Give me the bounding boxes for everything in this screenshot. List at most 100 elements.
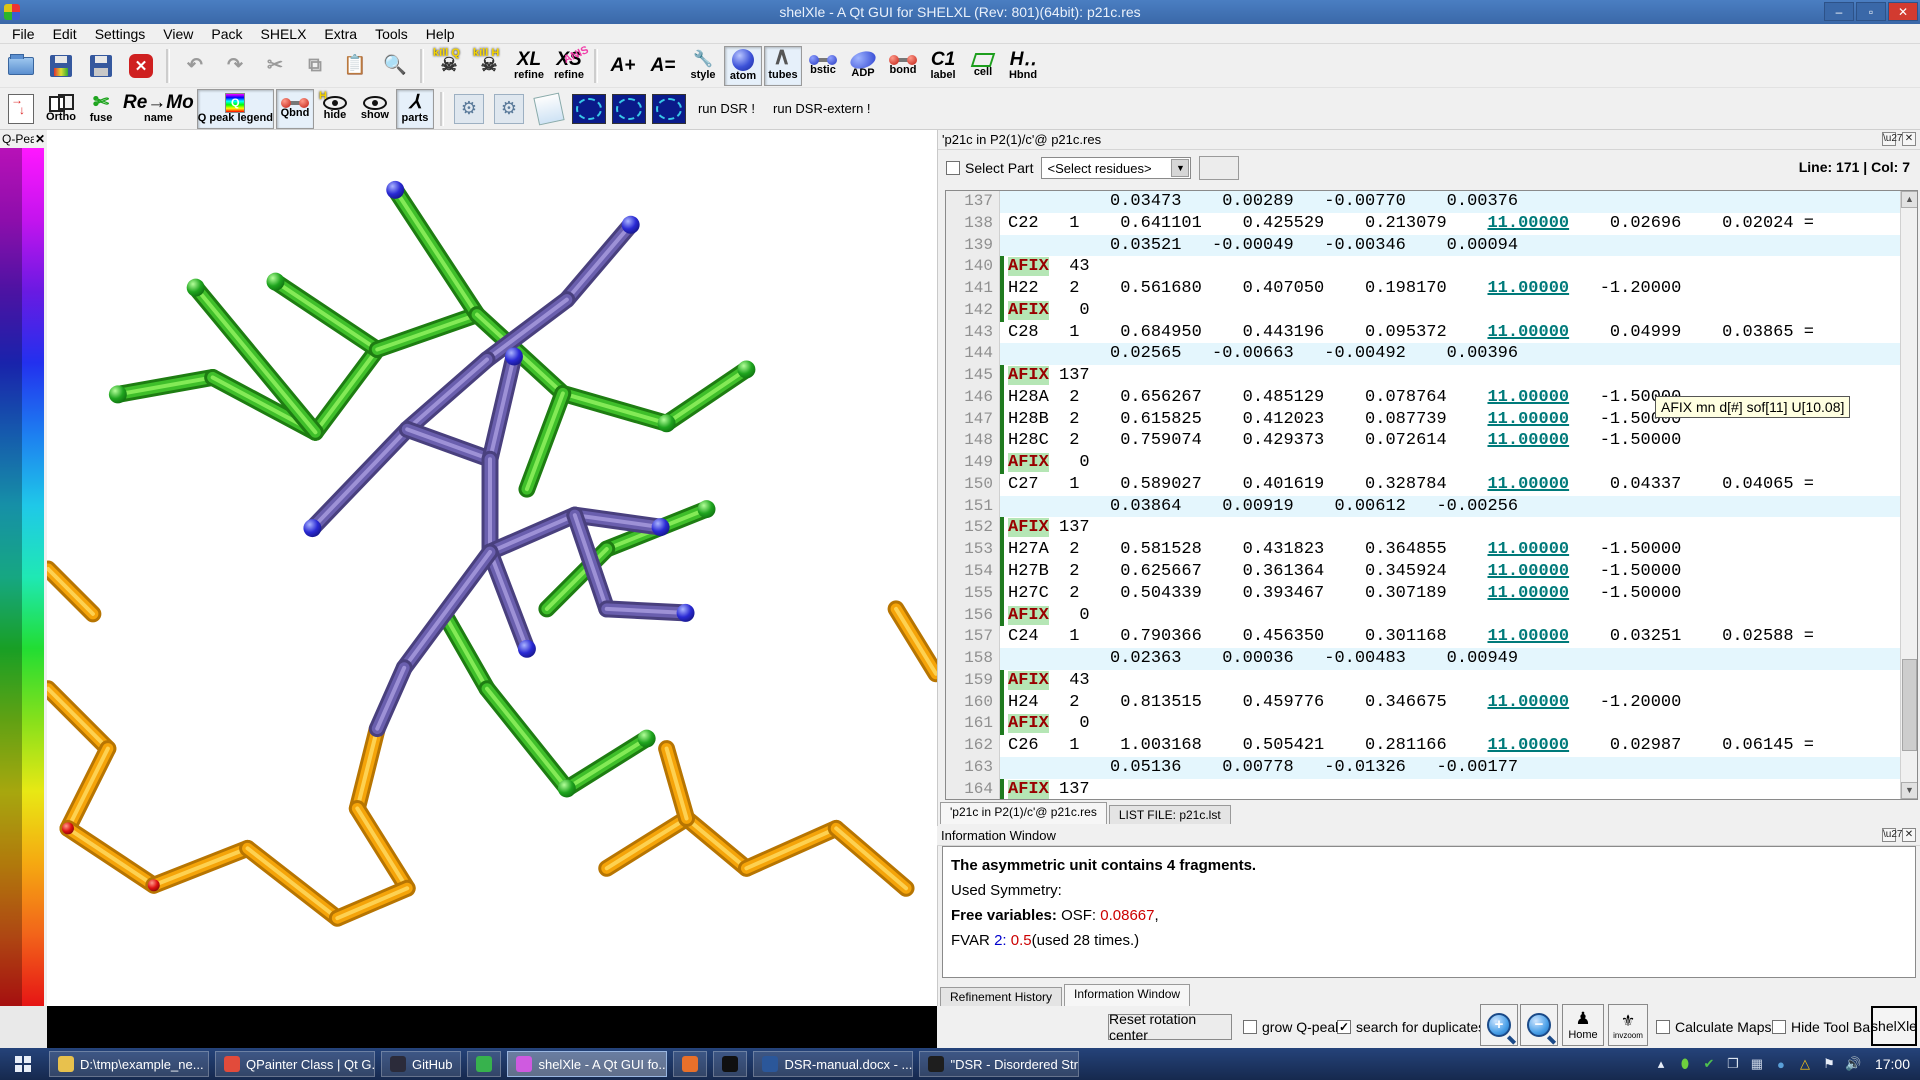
editor-line[interactable]: 140AFIX 43	[946, 256, 1917, 278]
open-file-button[interactable]	[2, 46, 40, 86]
mask-view-2-button[interactable]	[610, 89, 648, 129]
tray-network-icon[interactable]: ❐	[1725, 1056, 1741, 1072]
paste-button[interactable]: 📋	[336, 46, 374, 86]
qpeak-legend-close-icon[interactable]: ✕	[35, 132, 45, 146]
menu-settings[interactable]: Settings	[87, 25, 154, 43]
slab-button[interactable]	[530, 89, 568, 129]
editor-line[interactable]: 153H27A 2 0.581528 0.431823 0.364855 11.…	[946, 539, 1917, 561]
editor-line[interactable]: 160H24 2 0.813515 0.459776 0.346675 11.0…	[946, 692, 1917, 714]
bottom-tab-0[interactable]: Refinement History	[940, 987, 1062, 1006]
fuse-button[interactable]: ✄fuse	[82, 89, 120, 129]
editor-line[interactable]: 151 0.03864 0.00919 0.00612 -0.00256	[946, 496, 1917, 518]
editor-line[interactable]: 139 0.03521 -0.00049 -0.00346 0.00094	[946, 235, 1917, 257]
editor-line[interactable]: 159AFIX 43	[946, 670, 1917, 692]
qpeak-legend-button[interactable]: QQ peak legend	[197, 89, 274, 129]
editor-line[interactable]: 164AFIX 137	[946, 779, 1917, 800]
close-button[interactable]: ✕	[1888, 2, 1918, 21]
xs-refine-button[interactable]: XSANISrefine	[550, 46, 588, 86]
xl-refine-button[interactable]: XLrefine	[510, 46, 548, 86]
cell-button[interactable]: cell	[964, 46, 1002, 86]
editor-line[interactable]: 157C24 1 0.790366 0.456350 0.301168 11.0…	[946, 626, 1917, 648]
editor-line[interactable]: 148H28C 2 0.759074 0.429373 0.072614 11.…	[946, 430, 1917, 452]
editor-tab-1[interactable]: LIST FILE: p21c.lst	[1109, 805, 1231, 824]
kill-hydrogens-button[interactable]: ☠kill H	[470, 46, 508, 86]
save-image-button[interactable]	[42, 46, 80, 86]
scroll-down-icon[interactable]: ▼	[1901, 782, 1918, 799]
cut-button[interactable]: ✂	[256, 46, 294, 86]
editor-line[interactable]: 138C22 1 0.641101 0.425529 0.213079 11.0…	[946, 213, 1917, 235]
zoom-out-button[interactable]: −	[1520, 1004, 1558, 1046]
menu-extra[interactable]: Extra	[316, 25, 365, 43]
qbond-button[interactable]: Qbnd	[276, 89, 314, 129]
shelxle-brand-button[interactable]: shelXle	[1871, 1006, 1917, 1046]
invzoom-button[interactable]: ⚜ invzoom	[1608, 1004, 1648, 1046]
tubes-mode-button[interactable]: tubes	[764, 46, 802, 86]
calculate-maps-checkbox[interactable]: Calculate Maps	[1656, 1019, 1772, 1035]
taskbar-item-green-app[interactable]	[467, 1051, 501, 1077]
zoom-in-button[interactable]: +	[1480, 1004, 1518, 1046]
label-button[interactable]: C1label	[924, 46, 962, 86]
tray-shield-icon[interactable]: ✔	[1701, 1056, 1717, 1072]
editor-scrollbar[interactable]: ▲ ▼	[1900, 191, 1917, 799]
menu-shelx[interactable]: SHELX	[253, 25, 315, 43]
tray-drive-icon[interactable]: △	[1797, 1056, 1813, 1072]
tray-leaf-icon[interactable]: ⬮	[1677, 1056, 1693, 1072]
parts-button[interactable]: ⅄parts	[396, 89, 434, 129]
start-button[interactable]	[0, 1048, 46, 1080]
hide-hydrogens-button[interactable]: Hhide	[316, 89, 354, 129]
close-file-button[interactable]: ✕	[122, 46, 160, 86]
menu-view[interactable]: View	[155, 25, 201, 43]
ballstick-mode-button[interactable]: bstic	[804, 46, 842, 86]
scroll-up-icon[interactable]: ▲	[1901, 191, 1918, 208]
bond-button[interactable]: bond	[884, 46, 922, 86]
adp-mode-button[interactable]: ADP	[844, 46, 882, 86]
taskbar-item-cmd[interactable]: "DSR - Disordered Str...	[919, 1051, 1079, 1077]
editor-line[interactable]: 162C26 1 1.003168 0.505421 0.281166 11.0…	[946, 735, 1917, 757]
menu-tools[interactable]: Tools	[367, 25, 416, 43]
menu-file[interactable]: File	[4, 25, 43, 43]
undo-button[interactable]: ↶	[176, 46, 214, 86]
minimize-button[interactable]: –	[1824, 2, 1854, 21]
grow-qpeaks-checkbox[interactable]: grow Q-peaks	[1243, 1019, 1349, 1035]
find-button[interactable]: 🔍	[376, 46, 414, 86]
editor-close-icon[interactable]: ✕	[1902, 132, 1916, 146]
editor-line[interactable]: 158 0.02363 0.00036 -0.00483 0.00949	[946, 648, 1917, 670]
chevron-down-icon[interactable]: ▼	[1171, 159, 1189, 177]
kill-q-peaks-button[interactable]: ☠kill Q	[430, 46, 468, 86]
hbond-button[interactable]: H‥Hbnd	[1004, 46, 1042, 86]
search-duplicates-checkbox[interactable]: ✓search for duplicates	[1337, 1019, 1485, 1035]
axes-table-button[interactable]	[2, 89, 40, 129]
editor-line[interactable]: 145AFIX 137	[946, 365, 1917, 387]
taskbar-item-chrome[interactable]: QPainter Class | Qt G...	[215, 1051, 375, 1077]
maximize-button[interactable]: ▫	[1856, 2, 1886, 21]
editor-line[interactable]: 156AFIX 0	[946, 605, 1917, 627]
editor-line[interactable]: 154H27B 2 0.625667 0.361364 0.345924 11.…	[946, 561, 1917, 583]
save-button[interactable]	[82, 46, 120, 86]
editor-line[interactable]: 163 0.05136 0.00778 -0.01326 -0.00177	[946, 757, 1917, 779]
tray-flag-icon[interactable]: ⚑	[1821, 1056, 1837, 1072]
editor-line[interactable]: 155H27C 2 0.504339 0.393467 0.307189 11.…	[946, 583, 1917, 605]
run-dsr-extern-button[interactable]: run DSR-extern !	[765, 89, 879, 129]
editor-line[interactable]: 152AFIX 137	[946, 517, 1917, 539]
bottom-tab-1[interactable]: Information Window	[1064, 984, 1190, 1006]
font-bigger-button[interactable]: A+	[604, 46, 642, 86]
tray-volume-icon[interactable]: 🔊	[1845, 1056, 1861, 1072]
run-dsr-button[interactable]: run DSR !	[690, 89, 763, 129]
taskbar-item-github[interactable]: GitHub	[381, 1051, 461, 1077]
show-button[interactable]: show	[356, 89, 394, 129]
editor-tab-0[interactable]: 'p21c in P2(1)/c'@ p21c.res	[940, 802, 1107, 824]
atom-mode-button[interactable]: atom	[724, 46, 762, 86]
home-view-button[interactable]: ♟ Home	[1562, 1004, 1604, 1046]
taskbar-item-shelxle[interactable]: shelXle - A Qt GUI fo...	[507, 1051, 667, 1077]
style-button[interactable]: 🔧style	[684, 46, 722, 86]
info-close-icon[interactable]: ✕	[1902, 828, 1916, 842]
editor-line[interactable]: 144 0.02565 -0.00663 -0.00492 0.00396	[946, 343, 1917, 365]
tray-expand-arrow[interactable]: ▴	[1653, 1056, 1669, 1072]
res-file-editor[interactable]: 137 0.03473 0.00289 -0.00770 0.00376138C…	[945, 190, 1918, 800]
taskbar-item-word[interactable]: DSR-manual.docx - ...	[753, 1051, 913, 1077]
editor-line[interactable]: 137 0.03473 0.00289 -0.00770 0.00376	[946, 191, 1917, 213]
tray-display-icon[interactable]: ▦	[1749, 1056, 1765, 1072]
mask-view-1-button[interactable]	[570, 89, 608, 129]
mask-view-3-button[interactable]	[650, 89, 688, 129]
font-smaller-button[interactable]: A=	[644, 46, 682, 86]
